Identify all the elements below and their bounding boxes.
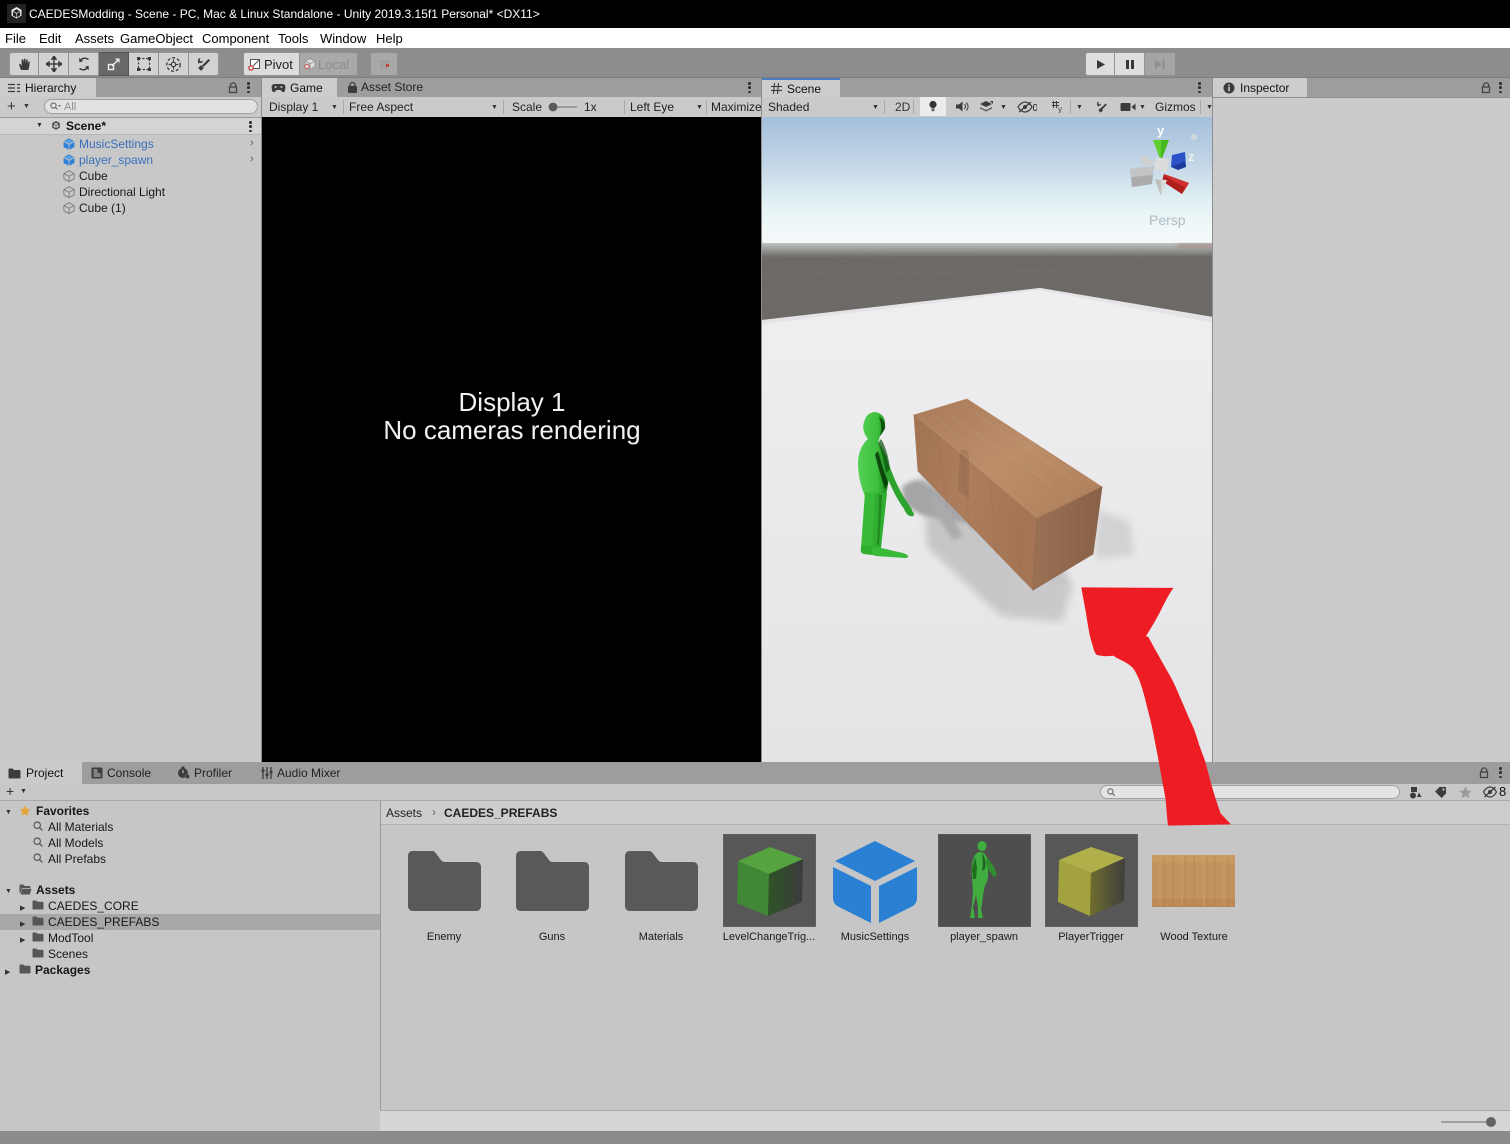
svg-text:y: y xyxy=(1157,123,1165,138)
svg-text:Persp: Persp xyxy=(1149,212,1186,228)
svg-text:z: z xyxy=(1188,149,1195,164)
svg-text:0: 0 xyxy=(1033,103,1038,113)
svg-text:y: y xyxy=(1058,105,1062,113)
